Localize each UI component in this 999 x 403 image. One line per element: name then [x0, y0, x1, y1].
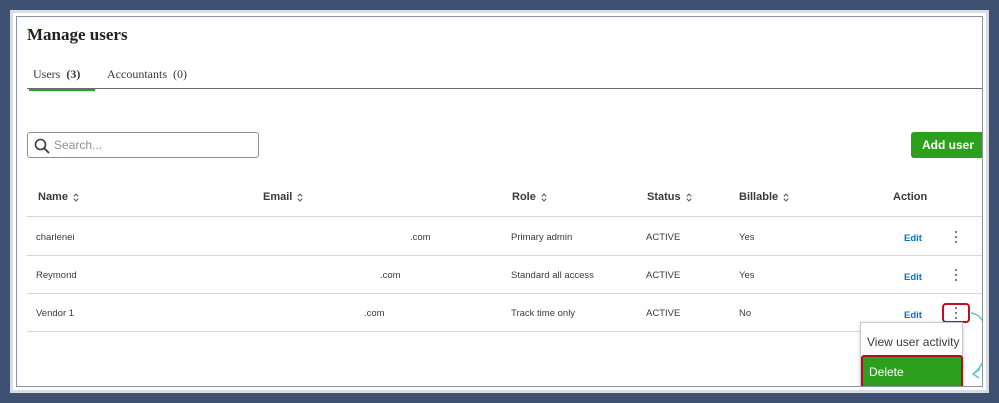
column-header-label: Status: [647, 191, 681, 203]
row-action-menu: View user activity Delete: [860, 322, 963, 386]
user-email: .com: [364, 308, 385, 319]
user-name: Vendor 1: [36, 308, 75, 319]
user-name: Reymond: [36, 270, 77, 281]
menu-item-delete[interactable]: Delete: [861, 355, 963, 386]
column-header-label: Email: [263, 191, 293, 203]
sort-icon: [783, 192, 789, 202]
sort-icon: [73, 192, 79, 202]
edit-link[interactable]: Edit: [904, 272, 922, 283]
column-header-billable[interactable]: Billable: [739, 191, 789, 203]
add-user-button[interactable]: Add user: [911, 132, 982, 158]
user-billable: Yes: [739, 270, 755, 281]
row-divider: [27, 331, 862, 332]
row-divider: [27, 255, 982, 256]
user-billable: No: [739, 308, 752, 319]
user-email: .com: [380, 270, 401, 281]
menu-item-view-user-activity[interactable]: View user activity: [867, 335, 959, 349]
tab-users-label: Users: [33, 67, 61, 81]
manage-users-panel: Manage users Users (3) Accountants (0) Add…: [16, 16, 983, 387]
edit-link[interactable]: Edit: [904, 233, 922, 244]
column-header-action: Action: [893, 191, 927, 203]
column-header-label: Role: [512, 191, 536, 203]
column-header-role[interactable]: Role: [512, 191, 547, 203]
tab-accountants-label: Accountants: [107, 67, 167, 81]
table-header-divider: [27, 216, 982, 217]
column-header-email[interactable]: Email: [263, 191, 303, 203]
page-title: Manage users: [27, 25, 128, 44]
user-status: ACTIVE: [646, 308, 681, 319]
sort-icon: [541, 192, 547, 202]
sort-icon: [297, 192, 303, 202]
user-role: Track time only: [511, 308, 576, 319]
sort-icon: [686, 192, 692, 202]
row-divider: [27, 293, 982, 294]
column-header-status[interactable]: Status: [647, 191, 692, 203]
search-box[interactable]: [27, 132, 259, 158]
edit-link[interactable]: Edit: [904, 310, 922, 321]
more-options-icon[interactable]: [948, 267, 964, 283]
user-name: charlenei: [36, 232, 75, 243]
tab-accountants-count: (0): [172, 67, 187, 81]
user-status: ACTIVE: [646, 270, 681, 281]
more-options-highlight: [942, 303, 970, 323]
search-icon: [34, 138, 50, 154]
user-billable: Yes: [739, 232, 755, 243]
screenshot-frame: Manage users Users (3) Accountants (0) Add…: [10, 10, 989, 393]
tab-users-count: (3): [66, 67, 81, 81]
column-header-label: Name: [38, 191, 68, 203]
tab-divider: [27, 88, 982, 89]
curved-arrow-icon: [970, 312, 982, 379]
search-input[interactable]: [54, 135, 254, 155]
column-header-name[interactable]: Name: [38, 191, 79, 203]
user-role: Primary admin: [511, 232, 573, 243]
user-role: Standard all access: [511, 270, 594, 281]
more-options-icon[interactable]: [948, 229, 964, 245]
user-status: ACTIVE: [646, 232, 681, 243]
user-email: .com: [410, 232, 431, 243]
column-header-label: Billable: [739, 191, 779, 203]
column-header-label: Action: [893, 191, 928, 203]
